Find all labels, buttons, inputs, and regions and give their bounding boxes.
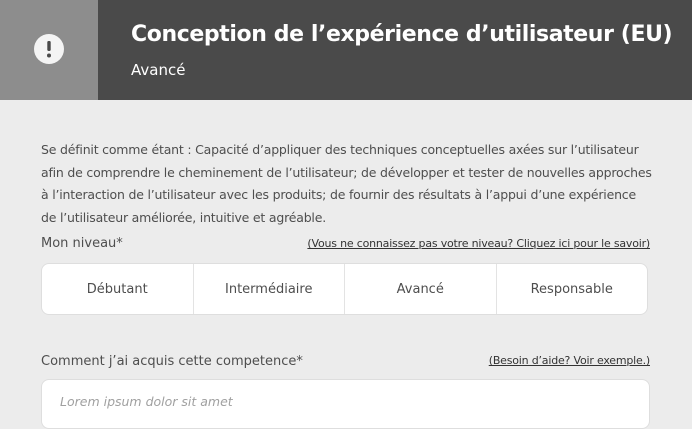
exclamation-circle-icon (34, 34, 64, 64)
competency-header: Conception de l’expérience d’utilisateur… (0, 0, 692, 100)
level-help-link[interactable]: (Vous ne connaissez pas votre niveau? Cl… (307, 237, 650, 250)
header-icon-panel (0, 0, 98, 100)
acquired-textarea[interactable]: Lorem ipsum dolor sit amet (41, 379, 650, 429)
acquired-help-link[interactable]: (Besoin d’aide? Voir exemple.) (489, 354, 650, 367)
competency-description: Se définit comme étant : Capacité d’appl… (41, 142, 652, 225)
level-selector: Débutant Intermédiaire Avancé Responsabl… (41, 263, 648, 315)
page-title: Conception de l’expérience d’utilisateur… (131, 22, 673, 47)
acquired-label: Comment j’ai acquis cette competence* (41, 354, 303, 369)
level-label: Mon niveau* (41, 236, 123, 251)
level-option-intermediaire[interactable]: Intermédiaire (194, 264, 345, 314)
level-option-debutant[interactable]: Débutant (42, 264, 194, 314)
page-subtitle: Avancé (131, 61, 186, 79)
acquired-placeholder: Lorem ipsum dolor sit amet (60, 394, 233, 409)
level-option-avance[interactable]: Avancé (345, 264, 497, 314)
level-option-responsable[interactable]: Responsable (497, 264, 648, 314)
